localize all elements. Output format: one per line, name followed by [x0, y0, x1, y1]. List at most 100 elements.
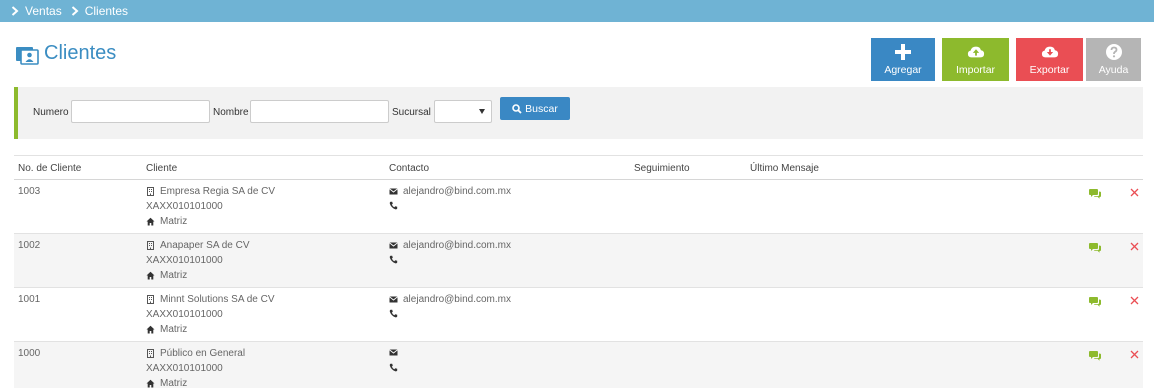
- exportar-button[interactable]: Exportar: [1016, 38, 1083, 81]
- phone-icon: [389, 363, 398, 372]
- envelope-icon: [389, 349, 398, 356]
- close-icon[interactable]: [1130, 296, 1139, 305]
- chevron-right-icon: [10, 5, 20, 17]
- numero-label: Numero: [33, 107, 69, 118]
- importar-button[interactable]: Importar: [942, 38, 1009, 81]
- close-icon[interactable]: [1130, 350, 1139, 359]
- buscar-button[interactable]: Buscar: [500, 97, 570, 120]
- chevron-right-icon: [70, 5, 80, 17]
- exportar-label: Exportar: [1029, 64, 1070, 76]
- sucursal-select[interactable]: [434, 100, 492, 123]
- home-icon: [146, 271, 155, 280]
- comments-icon[interactable]: [1089, 350, 1101, 361]
- home-icon: [146, 217, 155, 226]
- table-row[interactable]: 1002 Anapaper SA de CV XAXX010101000 Mat…: [14, 234, 1143, 288]
- client-name-line: Anapaper SA de CV: [146, 240, 250, 251]
- breadcrumb-item-ventas[interactable]: Ventas: [25, 4, 62, 18]
- page-title-text: Clientes: [44, 42, 117, 64]
- home-icon: [146, 379, 155, 388]
- home-icon: [146, 325, 155, 334]
- client-name[interactable]: Empresa Regia SA de CV: [160, 186, 275, 197]
- client-branch: Matriz: [160, 216, 188, 227]
- ayuda-button[interactable]: Ayuda: [1086, 38, 1141, 81]
- client-number: 1003: [18, 186, 41, 197]
- building-icon: [147, 349, 154, 358]
- question-icon: [1105, 44, 1122, 60]
- nombre-input[interactable]: [250, 100, 389, 123]
- client-rfc: XAXX010101000: [146, 309, 223, 320]
- envelope-icon: [389, 296, 398, 303]
- phone-icon: [389, 309, 398, 318]
- comments-icon[interactable]: [1089, 188, 1101, 199]
- client-number: 1001: [18, 294, 41, 305]
- building-icon: [147, 241, 154, 250]
- cloud-download-icon: [1041, 46, 1058, 58]
- client-branch-line: Matriz: [146, 378, 187, 388]
- column-header-seguimiento[interactable]: Seguimiento: [634, 163, 690, 174]
- client-name[interactable]: Público en General: [160, 348, 245, 359]
- client-number: 1002: [18, 240, 41, 251]
- client-name-line: Minnt Solutions SA de CV: [146, 294, 275, 305]
- column-header-contacto[interactable]: Contacto: [389, 163, 429, 174]
- buscar-label: Buscar: [525, 102, 558, 115]
- phone-icon: [389, 201, 398, 210]
- client-email-line: alejandro@bind.com.mx: [389, 294, 511, 305]
- close-icon[interactable]: [1130, 242, 1139, 251]
- clients-table: No. de Cliente Cliente Contacto Seguimie…: [14, 155, 1143, 388]
- clients-icon: [16, 46, 39, 65]
- client-branch: Matriz: [160, 324, 188, 335]
- client-email-line: alejandro@bind.com.mx: [389, 186, 511, 197]
- client-branch: Matriz: [160, 270, 188, 281]
- client-name[interactable]: Anapaper SA de CV: [160, 240, 250, 251]
- client-rfc: XAXX010101000: [146, 255, 223, 266]
- client-branch-line: Matriz: [146, 270, 187, 281]
- client-name[interactable]: Minnt Solutions SA de CV: [160, 294, 275, 305]
- client-phone-line: [389, 201, 403, 210]
- client-branch: Matriz: [160, 378, 188, 388]
- importar-label: Importar: [955, 64, 996, 76]
- envelope-icon: [389, 188, 398, 195]
- building-icon: [147, 187, 154, 196]
- close-icon[interactable]: [1130, 188, 1139, 197]
- client-number: 1000: [18, 348, 41, 359]
- comments-icon[interactable]: [1089, 296, 1101, 307]
- envelope-icon: [389, 242, 398, 249]
- client-email-line: alejandro@bind.com.mx: [389, 240, 511, 251]
- cloud-upload-icon: [967, 46, 984, 58]
- client-email[interactable]: alejandro@bind.com.mx: [403, 186, 511, 197]
- client-rfc: XAXX010101000: [146, 363, 223, 374]
- breadcrumb-item-clientes[interactable]: Clientes: [85, 4, 128, 18]
- ayuda-label: Ayuda: [1098, 64, 1129, 76]
- client-rfc: XAXX010101000: [146, 201, 223, 212]
- client-phone-line: [389, 309, 403, 318]
- client-branch-line: Matriz: [146, 216, 187, 227]
- filter-panel: Numero Nombre Sucursal Buscar: [14, 87, 1143, 139]
- comments-icon[interactable]: [1089, 242, 1101, 253]
- agregar-button[interactable]: Agregar: [871, 38, 935, 81]
- page-title: Clientes: [15, 42, 116, 65]
- table-row[interactable]: 1000 Público en General XAXX010101000 Ma…: [14, 342, 1143, 388]
- caret-down-icon: [479, 109, 485, 114]
- client-email[interactable]: alejandro@bind.com.mx: [403, 294, 511, 305]
- client-email-line: [389, 348, 403, 357]
- client-name-line: Empresa Regia SA de CV: [146, 186, 275, 197]
- phone-icon: [389, 255, 398, 264]
- table-body: 1003 Empresa Regia SA de CV XAXX01010100…: [14, 180, 1143, 388]
- column-header-cliente[interactable]: Cliente: [146, 163, 177, 174]
- breadcrumb: Ventas Clientes: [0, 0, 1154, 22]
- column-header-numero[interactable]: No. de Cliente: [18, 163, 81, 174]
- nombre-label: Nombre: [213, 107, 249, 118]
- column-header-ultimo-mensaje[interactable]: Último Mensaje: [750, 163, 819, 174]
- table-header: No. de Cliente Cliente Contacto Seguimie…: [14, 155, 1143, 180]
- table-row[interactable]: 1001 Minnt Solutions SA de CV XAXX010101…: [14, 288, 1143, 342]
- client-phone-line: [389, 255, 403, 264]
- client-email[interactable]: alejandro@bind.com.mx: [403, 240, 511, 251]
- client-name-line: Público en General: [146, 348, 245, 359]
- plus-icon: [895, 44, 911, 60]
- building-icon: [147, 295, 154, 304]
- search-icon: [512, 103, 522, 114]
- table-row[interactable]: 1003 Empresa Regia SA de CV XAXX01010100…: [14, 180, 1143, 234]
- numero-input[interactable]: [71, 100, 210, 123]
- client-branch-line: Matriz: [146, 324, 187, 335]
- agregar-label: Agregar: [884, 64, 922, 76]
